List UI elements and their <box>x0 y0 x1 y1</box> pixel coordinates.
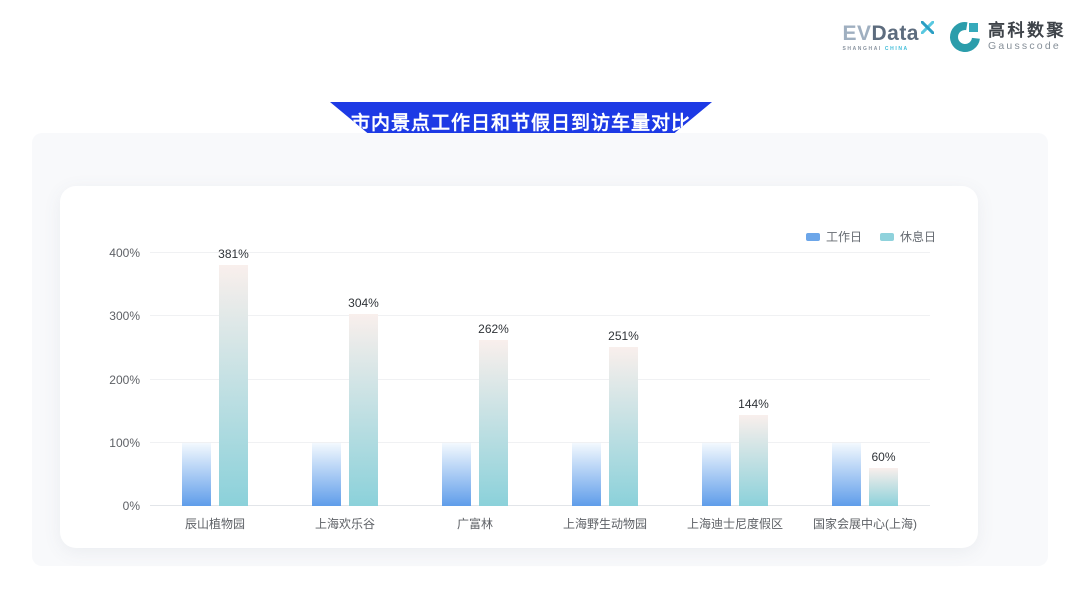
x-axis-label-上海野生动物园: 上海野生动物园 <box>540 515 670 532</box>
bar-工作日-上海欢乐谷[interactable] <box>312 443 341 506</box>
barwrap-s2-c3: 262% <box>479 253 508 506</box>
y-axis-tick-200%: 200% <box>80 373 140 387</box>
x-axis-label-广富林: 广富林 <box>410 515 540 532</box>
barwrap-s1-c6 <box>832 253 861 506</box>
barwrap-s1-c4 <box>572 253 601 506</box>
x-axis-label-上海欢乐谷: 上海欢乐谷 <box>280 515 410 532</box>
bar-group-3: 262%广富林 <box>410 253 540 506</box>
page: EVData SHANGHAI CHINA 高科数聚 Gausscode <box>0 0 1080 608</box>
legend-item-休息日[interactable]: 休息日 <box>880 228 936 245</box>
bar-group-2: 304%上海欢乐谷 <box>280 253 410 506</box>
barwrap-s2-c2: 304% <box>349 253 378 506</box>
chart-panel: 工作日休息日 0%100%200%300%400%381%辰山植物园304%上海… <box>32 133 1048 566</box>
evdata-subtitle-right: CHINA <box>885 46 909 52</box>
y-axis-tick-400%: 400% <box>80 246 140 260</box>
evdata-subtitle-left: SHANGHAI <box>842 46 881 52</box>
bar-value-label-上海野生动物园: 251% <box>608 329 639 343</box>
barwrap-s1-c3 <box>442 253 471 506</box>
brand-logos: EVData SHANGHAI CHINA 高科数聚 Gausscode <box>842 20 1066 54</box>
evdata-wordmark-data: Data <box>871 23 919 44</box>
bar-value-label-上海欢乐谷: 304% <box>348 296 379 310</box>
legend-marker-icon <box>806 233 820 241</box>
y-axis-tick-0%: 0% <box>80 499 140 513</box>
x-axis-label-上海迪士尼度假区: 上海迪士尼度假区 <box>670 515 800 532</box>
bar-group-6: 60%国家会展中心(上海) <box>800 253 930 506</box>
gausscode-name-en: Gausscode <box>988 41 1066 52</box>
barwrap-s2-c4: 251% <box>609 253 638 506</box>
x-axis-label-国家会展中心(上海): 国家会展中心(上海) <box>800 515 930 532</box>
bar-group-4: 251%上海野生动物园 <box>540 253 670 506</box>
bar-工作日-国家会展中心(上海)[interactable] <box>832 443 861 506</box>
gausscode-mark-icon <box>948 20 982 54</box>
bar-工作日-辰山植物园[interactable] <box>182 443 211 506</box>
evdata-wordmark: EVData <box>842 23 934 44</box>
bar-休息日-上海野生动物园[interactable] <box>609 347 638 506</box>
legend-marker-icon <box>880 233 894 241</box>
chart-legend: 工作日 休息日 <box>806 228 936 245</box>
gausscode-text: 高科数聚 Gausscode <box>988 22 1066 52</box>
bar-休息日-上海迪士尼度假区[interactable] <box>739 415 768 506</box>
gausscode-logo: 高科数聚 Gausscode <box>948 20 1066 54</box>
barwrap-s1-c1 <box>182 253 211 506</box>
bar-value-label-辰山植物园: 381% <box>218 247 249 261</box>
bar-工作日-上海野生动物园[interactable] <box>572 443 601 506</box>
bar-工作日-广富林[interactable] <box>442 443 471 506</box>
y-axis-tick-100%: 100% <box>80 436 140 450</box>
barwrap-s2-c6: 60% <box>869 253 898 506</box>
legend-label: 休息日 <box>900 228 936 245</box>
bar-value-label-国家会展中心(上海): 60% <box>871 450 895 464</box>
legend-item-工作日[interactable]: 工作日 <box>806 228 862 245</box>
page-title: 市内景点工作日和节假日到访车量对比 <box>351 108 691 135</box>
bar-group-1: 381%辰山植物园 <box>150 253 280 506</box>
chart-plot: 0%100%200%300%400%381%辰山植物园304%上海欢乐谷262%… <box>150 253 930 506</box>
y-axis-tick-300%: 300% <box>80 309 140 323</box>
bar-休息日-国家会展中心(上海)[interactable] <box>869 468 898 506</box>
evdata-logo: EVData SHANGHAI CHINA <box>842 23 934 52</box>
bar-休息日-广富林[interactable] <box>479 340 508 506</box>
evdata-wordmark-ev: EV <box>842 23 871 44</box>
bar-value-label-广富林: 262% <box>478 322 509 336</box>
barwrap-s1-c5 <box>702 253 731 506</box>
barwrap-s2-c1: 381% <box>219 253 248 506</box>
x-axis-label-辰山植物园: 辰山植物园 <box>150 515 280 532</box>
evdata-subtitle: SHANGHAI CHINA <box>842 47 934 52</box>
bar-休息日-上海欢乐谷[interactable] <box>349 314 378 506</box>
bar-value-label-上海迪士尼度假区: 144% <box>738 397 769 411</box>
bar-休息日-辰山植物园[interactable] <box>219 265 248 506</box>
chart-card: 工作日休息日 0%100%200%300%400%381%辰山植物园304%上海… <box>60 186 978 548</box>
legend-label: 工作日 <box>826 228 862 245</box>
bar-工作日-上海迪士尼度假区[interactable] <box>702 443 731 506</box>
barwrap-s1-c2 <box>312 253 341 506</box>
gausscode-name-cn: 高科数聚 <box>988 22 1066 39</box>
evdata-x-icon <box>921 21 934 34</box>
bar-group-5: 144%上海迪士尼度假区 <box>670 253 800 506</box>
barwrap-s2-c5: 144% <box>739 253 768 506</box>
